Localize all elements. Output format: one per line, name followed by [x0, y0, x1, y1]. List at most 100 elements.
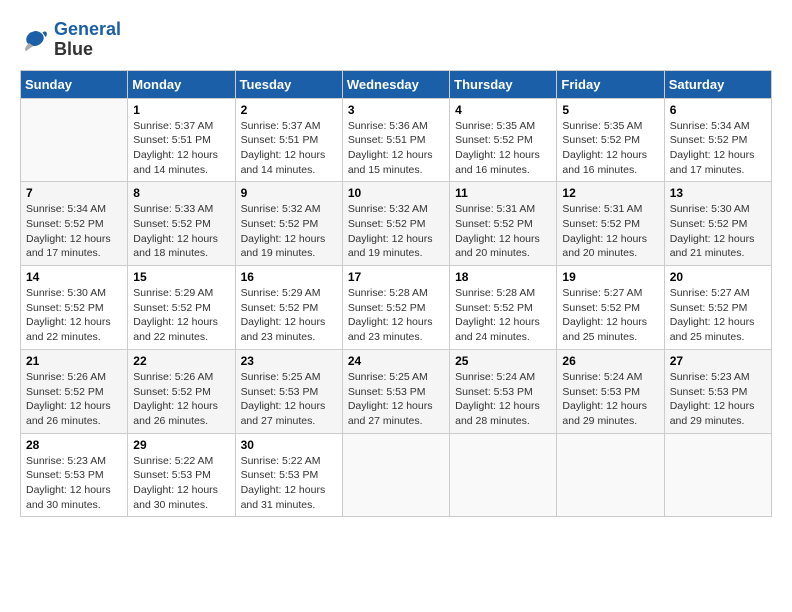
calendar-day-cell: 19Sunrise: 5:27 AMSunset: 5:52 PMDayligh… — [557, 266, 664, 350]
calendar-day-cell: 27 Sunrise: 5:23 AMSunset: 5:53 PMDayligh… — [664, 349, 771, 433]
day-number: 5 — [562, 103, 658, 117]
day-info: Sunrise: 5:37 AMSunset: 5:51 PMDaylight:… — [241, 119, 337, 178]
day-of-week-header: Saturday — [664, 70, 771, 98]
day-info: Sunrise: 5:35 AMSunset: 5:52 PMDaylight:… — [455, 119, 551, 178]
day-info: Sunrise: 5:25 AMSunset: 5:53 PMDaylight:… — [241, 370, 337, 429]
day-of-week-header: Wednesday — [342, 70, 449, 98]
day-number: 9 — [241, 186, 337, 200]
day-info: Sunrise: 5:30 AMSunset: 5:52 PMDaylight:… — [670, 202, 766, 261]
calendar-table: SundayMondayTuesdayWednesdayThursdayFrid… — [20, 70, 772, 518]
day-number: 3 — [348, 103, 444, 117]
calendar-day-cell: 11 Sunrise: 5:31 AMSunset: 5:52 PMDayligh… — [450, 182, 557, 266]
day-info: Sunrise: 5:22 AMSunset: 5:53 PMDaylight:… — [133, 454, 229, 513]
logo: General Blue — [20, 20, 121, 60]
logo-text: General Blue — [54, 20, 121, 60]
day-number: 28 — [26, 438, 122, 452]
calendar-day-cell: 8 Sunrise: 5:33 AMSunset: 5:52 PMDaylight… — [128, 182, 235, 266]
day-info: Sunrise: 5:23 AMSunset: 5:53 PMDaylight:… — [26, 454, 122, 513]
day-number: 26 — [562, 354, 658, 368]
calendar-day-cell: 5 Sunrise: 5:35 AMSunset: 5:52 PMDaylight… — [557, 98, 664, 182]
day-number: 10 — [348, 186, 444, 200]
day-number: 1 — [133, 103, 229, 117]
day-number: 11 — [455, 186, 551, 200]
calendar-day-cell: 25 Sunrise: 5:24 AMSunset: 5:53 PMDayligh… — [450, 349, 557, 433]
day-info: Sunrise: 5:24 AMSunset: 5:53 PMDaylight:… — [455, 370, 551, 429]
day-info: Sunrise: 5:26 AMSunset: 5:52 PMDaylight:… — [26, 370, 122, 429]
day-of-week-header: Monday — [128, 70, 235, 98]
day-number: 2 — [241, 103, 337, 117]
day-info: Sunrise: 5:31 AMSunset: 5:52 PMDaylight:… — [562, 202, 658, 261]
day-of-week-header: Thursday — [450, 70, 557, 98]
day-info: Sunrise: 5:29 AMSunset: 5:52 PMDaylight:… — [241, 286, 337, 345]
day-number: 15 — [133, 270, 229, 284]
calendar-day-cell: 15 Sunrise: 5:29 AMSunset: 5:52 PMDayligh… — [128, 266, 235, 350]
calendar-week-row: 7Sunrise: 5:34 AMSunset: 5:52 PMDaylight… — [21, 182, 772, 266]
calendar-day-cell: 7Sunrise: 5:34 AMSunset: 5:52 PMDaylight… — [21, 182, 128, 266]
day-of-week-header: Sunday — [21, 70, 128, 98]
day-info: Sunrise: 5:28 AMSunset: 5:52 PMDaylight:… — [348, 286, 444, 345]
day-info: Sunrise: 5:33 AMSunset: 5:52 PMDaylight:… — [133, 202, 229, 261]
day-info: Sunrise: 5:36 AMSunset: 5:51 PMDaylight:… — [348, 119, 444, 178]
day-number: 16 — [241, 270, 337, 284]
calendar-day-cell — [342, 433, 449, 517]
calendar-day-cell: 6Sunrise: 5:34 AMSunset: 5:52 PMDaylight… — [664, 98, 771, 182]
day-info: Sunrise: 5:31 AMSunset: 5:52 PMDaylight:… — [455, 202, 551, 261]
day-info: Sunrise: 5:27 AMSunset: 5:52 PMDaylight:… — [670, 286, 766, 345]
calendar-day-cell: 17Sunrise: 5:28 AMSunset: 5:52 PMDayligh… — [342, 266, 449, 350]
day-number: 25 — [455, 354, 551, 368]
calendar-day-cell: 30 Sunrise: 5:22 AMSunset: 5:53 PMDayligh… — [235, 433, 342, 517]
day-info: Sunrise: 5:26 AMSunset: 5:52 PMDaylight:… — [133, 370, 229, 429]
calendar-week-row: 21 Sunrise: 5:26 AMSunset: 5:52 PMDayligh… — [21, 349, 772, 433]
calendar-day-cell: 2 Sunrise: 5:37 AMSunset: 5:51 PMDaylight… — [235, 98, 342, 182]
day-number: 13 — [670, 186, 766, 200]
calendar-body: 1 Sunrise: 5:37 AMSunset: 5:51 PMDaylight… — [21, 98, 772, 517]
calendar-day-cell: 1 Sunrise: 5:37 AMSunset: 5:51 PMDaylight… — [128, 98, 235, 182]
calendar-day-cell: 12 Sunrise: 5:31 AMSunset: 5:52 PMDayligh… — [557, 182, 664, 266]
calendar-day-cell: 14 Sunrise: 5:30 AMSunset: 5:52 PMDayligh… — [21, 266, 128, 350]
day-number: 22 — [133, 354, 229, 368]
day-of-week-header: Friday — [557, 70, 664, 98]
calendar-day-cell: 24 Sunrise: 5:25 AMSunset: 5:53 PMDayligh… — [342, 349, 449, 433]
day-number: 19 — [562, 270, 658, 284]
day-info: Sunrise: 5:30 AMSunset: 5:52 PMDaylight:… — [26, 286, 122, 345]
day-info: Sunrise: 5:34 AMSunset: 5:52 PMDaylight:… — [670, 119, 766, 178]
day-info: Sunrise: 5:37 AMSunset: 5:51 PMDaylight:… — [133, 119, 229, 178]
day-info: Sunrise: 5:25 AMSunset: 5:53 PMDaylight:… — [348, 370, 444, 429]
calendar-header: SundayMondayTuesdayWednesdayThursdayFrid… — [21, 70, 772, 98]
page-header: General Blue — [20, 20, 772, 60]
days-of-week-row: SundayMondayTuesdayWednesdayThursdayFrid… — [21, 70, 772, 98]
calendar-day-cell — [21, 98, 128, 182]
calendar-day-cell — [664, 433, 771, 517]
calendar-day-cell: 18 Sunrise: 5:28 AMSunset: 5:52 PMDayligh… — [450, 266, 557, 350]
day-number: 27 — [670, 354, 766, 368]
calendar-day-cell: 9Sunrise: 5:32 AMSunset: 5:52 PMDaylight… — [235, 182, 342, 266]
calendar-day-cell: 13 Sunrise: 5:30 AMSunset: 5:52 PMDayligh… — [664, 182, 771, 266]
day-number: 21 — [26, 354, 122, 368]
day-info: Sunrise: 5:22 AMSunset: 5:53 PMDaylight:… — [241, 454, 337, 513]
day-number: 12 — [562, 186, 658, 200]
day-number: 8 — [133, 186, 229, 200]
day-number: 24 — [348, 354, 444, 368]
day-number: 30 — [241, 438, 337, 452]
day-number: 20 — [670, 270, 766, 284]
day-number: 7 — [26, 186, 122, 200]
calendar-day-cell — [557, 433, 664, 517]
calendar-day-cell: 22 Sunrise: 5:26 AMSunset: 5:52 PMDayligh… — [128, 349, 235, 433]
day-number: 14 — [26, 270, 122, 284]
logo-icon — [20, 25, 50, 55]
day-info: Sunrise: 5:28 AMSunset: 5:52 PMDaylight:… — [455, 286, 551, 345]
day-info: Sunrise: 5:32 AMSunset: 5:52 PMDaylight:… — [348, 202, 444, 261]
day-number: 18 — [455, 270, 551, 284]
calendar-day-cell: 26 Sunrise: 5:24 AMSunset: 5:53 PMDayligh… — [557, 349, 664, 433]
day-of-week-header: Tuesday — [235, 70, 342, 98]
calendar-day-cell: 29Sunrise: 5:22 AMSunset: 5:53 PMDayligh… — [128, 433, 235, 517]
calendar-week-row: 1 Sunrise: 5:37 AMSunset: 5:51 PMDaylight… — [21, 98, 772, 182]
day-info: Sunrise: 5:29 AMSunset: 5:52 PMDaylight:… — [133, 286, 229, 345]
calendar-day-cell — [450, 433, 557, 517]
calendar-day-cell: 10 Sunrise: 5:32 AMSunset: 5:52 PMDayligh… — [342, 182, 449, 266]
day-info: Sunrise: 5:35 AMSunset: 5:52 PMDaylight:… — [562, 119, 658, 178]
day-info: Sunrise: 5:23 AMSunset: 5:53 PMDaylight:… — [670, 370, 766, 429]
calendar-day-cell: 28 Sunrise: 5:23 AMSunset: 5:53 PMDayligh… — [21, 433, 128, 517]
day-info: Sunrise: 5:24 AMSunset: 5:53 PMDaylight:… — [562, 370, 658, 429]
calendar-day-cell: 16 Sunrise: 5:29 AMSunset: 5:52 PMDayligh… — [235, 266, 342, 350]
